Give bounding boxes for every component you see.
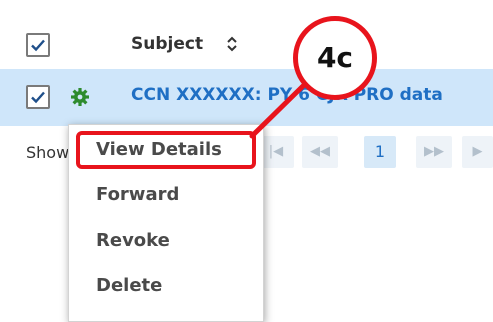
check-icon bbox=[31, 91, 45, 104]
row-subject-link[interactable]: CCN XXXXXX: PY 6 CJR PRO data bbox=[131, 85, 443, 105]
pager-next-button[interactable]: ▶▶ bbox=[416, 136, 452, 168]
menu-item-revoke[interactable]: Revoke bbox=[96, 230, 170, 251]
select-all-checkbox[interactable] bbox=[26, 33, 50, 57]
show-label: Show bbox=[26, 143, 70, 162]
pager-last-button[interactable]: ▶ bbox=[462, 136, 493, 168]
menu-item-delete[interactable]: Delete bbox=[96, 275, 162, 296]
menu-item-forward[interactable]: Forward bbox=[96, 184, 179, 205]
pager-prev-button[interactable]: ◀◀ bbox=[302, 136, 338, 168]
pager-current-page[interactable]: 1 bbox=[364, 136, 396, 168]
gear-icon[interactable] bbox=[70, 87, 90, 107]
highlight-box bbox=[76, 131, 256, 169]
row-checkbox[interactable] bbox=[26, 85, 50, 109]
callout-label: 4c bbox=[316, 41, 354, 74]
check-icon bbox=[31, 39, 45, 52]
subject-column-header[interactable]: Subject bbox=[131, 34, 203, 54]
sort-icon[interactable] bbox=[226, 35, 238, 53]
